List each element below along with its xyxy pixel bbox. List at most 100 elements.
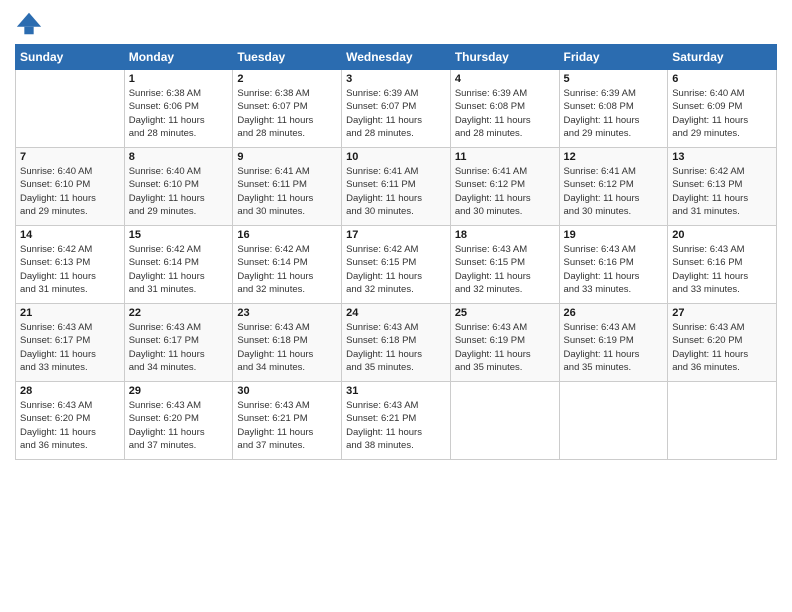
calendar-cell bbox=[559, 382, 668, 460]
day-header-saturday: Saturday bbox=[668, 45, 777, 70]
calendar-cell: 18 Sunrise: 6:43 AM Sunset: 6:15 PM Dayli… bbox=[450, 226, 559, 304]
week-row-1: 1 Sunrise: 6:38 AM Sunset: 6:06 PM Daylig… bbox=[16, 70, 777, 148]
day-header-tuesday: Tuesday bbox=[233, 45, 342, 70]
calendar-cell: 3 Sunrise: 6:39 AM Sunset: 6:07 PM Daylig… bbox=[342, 70, 451, 148]
day-header-thursday: Thursday bbox=[450, 45, 559, 70]
day-number: 15 bbox=[129, 229, 229, 241]
logo-icon bbox=[15, 10, 43, 38]
day-number: 11 bbox=[455, 151, 555, 163]
calendar-cell: 26Sunrise: 6:43 AM Sunset: 6:19 PM Dayli… bbox=[559, 304, 668, 382]
day-number: 16 bbox=[237, 229, 337, 241]
calendar-cell bbox=[450, 382, 559, 460]
day-number: 21 bbox=[20, 307, 120, 319]
cell-content: Sunrise: 6:43 AM Sunset: 6:21 PM Dayligh… bbox=[346, 399, 446, 452]
day-number: 1 bbox=[129, 73, 229, 85]
day-number: 19 bbox=[564, 229, 664, 241]
calendar-cell: 14Sunrise: 6:42 AM Sunset: 6:13 PM Dayli… bbox=[16, 226, 125, 304]
day-header-friday: Friday bbox=[559, 45, 668, 70]
day-number: 27 bbox=[672, 307, 772, 319]
day-number: 7 bbox=[20, 151, 120, 163]
calendar-cell: 27 Sunrise: 6:43 AM Sunset: 6:20 PM Dayli… bbox=[668, 304, 777, 382]
day-header-wednesday: Wednesday bbox=[342, 45, 451, 70]
cell-content: Sunrise: 6:43 AM Sunset: 6:20 PM Dayligh… bbox=[20, 399, 120, 452]
day-number: 13 bbox=[672, 151, 772, 163]
cell-content: Sunrise: 6:38 AM Sunset: 6:06 PM Dayligh… bbox=[129, 87, 229, 140]
calendar-cell: 6 Sunrise: 6:40 AM Sunset: 6:09 PM Daylig… bbox=[668, 70, 777, 148]
cell-content: Sunrise: 6:39 AM Sunset: 6:08 PM Dayligh… bbox=[564, 87, 664, 140]
calendar-cell: 8Sunrise: 6:40 AM Sunset: 6:10 PM Daylig… bbox=[124, 148, 233, 226]
days-header-row: SundayMondayTuesdayWednesdayThursdayFrid… bbox=[16, 45, 777, 70]
day-number: 14 bbox=[20, 229, 120, 241]
calendar-cell: 4 Sunrise: 6:39 AM Sunset: 6:08 PM Daylig… bbox=[450, 70, 559, 148]
calendar-cell: 15 Sunrise: 6:42 AM Sunset: 6:14 PM Dayli… bbox=[124, 226, 233, 304]
calendar-cell bbox=[668, 382, 777, 460]
calendar-cell: 16 Sunrise: 6:42 AM Sunset: 6:14 PM Dayli… bbox=[233, 226, 342, 304]
day-number: 4 bbox=[455, 73, 555, 85]
cell-content: Sunrise: 6:38 AM Sunset: 6:07 PM Dayligh… bbox=[237, 87, 337, 140]
day-number: 22 bbox=[129, 307, 229, 319]
week-row-3: 14Sunrise: 6:42 AM Sunset: 6:13 PM Dayli… bbox=[16, 226, 777, 304]
calendar-cell: 1 Sunrise: 6:38 AM Sunset: 6:06 PM Daylig… bbox=[124, 70, 233, 148]
day-number: 18 bbox=[455, 229, 555, 241]
calendar-cell: 29 Sunrise: 6:43 AM Sunset: 6:20 PM Dayli… bbox=[124, 382, 233, 460]
day-number: 10 bbox=[346, 151, 446, 163]
cell-content: Sunrise: 6:42 AM Sunset: 6:14 PM Dayligh… bbox=[237, 243, 337, 296]
day-header-monday: Monday bbox=[124, 45, 233, 70]
calendar-cell: 2 Sunrise: 6:38 AM Sunset: 6:07 PM Daylig… bbox=[233, 70, 342, 148]
cell-content: Sunrise: 6:40 AM Sunset: 6:10 PM Dayligh… bbox=[20, 165, 120, 218]
calendar-cell: 25 Sunrise: 6:43 AM Sunset: 6:19 PM Dayli… bbox=[450, 304, 559, 382]
cell-content: Sunrise: 6:41 AM Sunset: 6:12 PM Dayligh… bbox=[564, 165, 664, 218]
calendar-table: SundayMondayTuesdayWednesdayThursdayFrid… bbox=[15, 44, 777, 460]
day-number: 31 bbox=[346, 385, 446, 397]
cell-content: Sunrise: 6:40 AM Sunset: 6:09 PM Dayligh… bbox=[672, 87, 772, 140]
cell-content: Sunrise: 6:42 AM Sunset: 6:15 PM Dayligh… bbox=[346, 243, 446, 296]
day-number: 6 bbox=[672, 73, 772, 85]
calendar-cell: 20 Sunrise: 6:43 AM Sunset: 6:16 PM Dayli… bbox=[668, 226, 777, 304]
logo bbox=[15, 10, 47, 38]
cell-content: Sunrise: 6:39 AM Sunset: 6:07 PM Dayligh… bbox=[346, 87, 446, 140]
cell-content: Sunrise: 6:41 AM Sunset: 6:11 PM Dayligh… bbox=[237, 165, 337, 218]
week-row-2: 7 Sunrise: 6:40 AM Sunset: 6:10 PM Daylig… bbox=[16, 148, 777, 226]
cell-content: Sunrise: 6:43 AM Sunset: 6:16 PM Dayligh… bbox=[672, 243, 772, 296]
day-number: 23 bbox=[237, 307, 337, 319]
calendar-cell: 21 Sunrise: 6:43 AM Sunset: 6:17 PM Dayli… bbox=[16, 304, 125, 382]
page-header bbox=[15, 10, 777, 38]
day-number: 3 bbox=[346, 73, 446, 85]
cell-content: Sunrise: 6:41 AM Sunset: 6:12 PM Dayligh… bbox=[455, 165, 555, 218]
calendar-cell: 31 Sunrise: 6:43 AM Sunset: 6:21 PM Dayli… bbox=[342, 382, 451, 460]
day-number: 25 bbox=[455, 307, 555, 319]
cell-content: Sunrise: 6:39 AM Sunset: 6:08 PM Dayligh… bbox=[455, 87, 555, 140]
calendar-cell: 13 Sunrise: 6:42 AM Sunset: 6:13 PM Dayli… bbox=[668, 148, 777, 226]
cell-content: Sunrise: 6:43 AM Sunset: 6:17 PM Dayligh… bbox=[20, 321, 120, 374]
cell-content: Sunrise: 6:43 AM Sunset: 6:15 PM Dayligh… bbox=[455, 243, 555, 296]
calendar-cell: 22 Sunrise: 6:43 AM Sunset: 6:17 PM Dayli… bbox=[124, 304, 233, 382]
calendar-cell bbox=[16, 70, 125, 148]
week-row-4: 21 Sunrise: 6:43 AM Sunset: 6:17 PM Dayli… bbox=[16, 304, 777, 382]
cell-content: Sunrise: 6:41 AM Sunset: 6:11 PM Dayligh… bbox=[346, 165, 446, 218]
cell-content: Sunrise: 6:43 AM Sunset: 6:19 PM Dayligh… bbox=[455, 321, 555, 374]
cell-content: Sunrise: 6:42 AM Sunset: 6:14 PM Dayligh… bbox=[129, 243, 229, 296]
cell-content: Sunrise: 6:43 AM Sunset: 6:16 PM Dayligh… bbox=[564, 243, 664, 296]
day-header-sunday: Sunday bbox=[16, 45, 125, 70]
calendar-page: SundayMondayTuesdayWednesdayThursdayFrid… bbox=[0, 0, 792, 612]
calendar-cell: 12 Sunrise: 6:41 AM Sunset: 6:12 PM Dayli… bbox=[559, 148, 668, 226]
cell-content: Sunrise: 6:43 AM Sunset: 6:17 PM Dayligh… bbox=[129, 321, 229, 374]
week-row-5: 28Sunrise: 6:43 AM Sunset: 6:20 PM Dayli… bbox=[16, 382, 777, 460]
day-number: 17 bbox=[346, 229, 446, 241]
day-number: 9 bbox=[237, 151, 337, 163]
cell-content: Sunrise: 6:43 AM Sunset: 6:20 PM Dayligh… bbox=[129, 399, 229, 452]
day-number: 12 bbox=[564, 151, 664, 163]
calendar-cell: 5Sunrise: 6:39 AM Sunset: 6:08 PM Daylig… bbox=[559, 70, 668, 148]
day-number: 26 bbox=[564, 307, 664, 319]
calendar-cell: 19 Sunrise: 6:43 AM Sunset: 6:16 PM Dayli… bbox=[559, 226, 668, 304]
day-number: 29 bbox=[129, 385, 229, 397]
day-number: 24 bbox=[346, 307, 446, 319]
calendar-cell: 7 Sunrise: 6:40 AM Sunset: 6:10 PM Daylig… bbox=[16, 148, 125, 226]
calendar-cell: 28Sunrise: 6:43 AM Sunset: 6:20 PM Dayli… bbox=[16, 382, 125, 460]
cell-content: Sunrise: 6:40 AM Sunset: 6:10 PM Dayligh… bbox=[129, 165, 229, 218]
day-number: 20 bbox=[672, 229, 772, 241]
calendar-cell: 24Sunrise: 6:43 AM Sunset: 6:18 PM Dayli… bbox=[342, 304, 451, 382]
cell-content: Sunrise: 6:43 AM Sunset: 6:20 PM Dayligh… bbox=[672, 321, 772, 374]
cell-content: Sunrise: 6:42 AM Sunset: 6:13 PM Dayligh… bbox=[672, 165, 772, 218]
day-number: 2 bbox=[237, 73, 337, 85]
